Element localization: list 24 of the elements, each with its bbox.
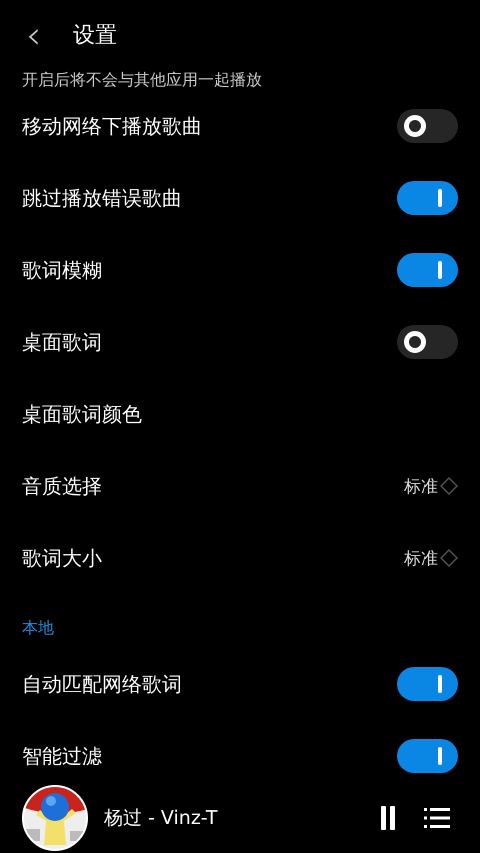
value-selector[interactable]: 标准 — [404, 474, 458, 498]
setting-label: 跳过播放错误歌曲 — [22, 184, 182, 212]
toggle-switch[interactable] — [397, 667, 458, 701]
setting-label: 自动匹配网络歌词 — [22, 670, 182, 698]
hint-text: 开启后将不会与其他应用一起播放 — [21, 70, 263, 90]
track-title: 杨过 - Vinz-T — [104, 806, 219, 831]
setting-label: 歌词模糊 — [22, 256, 102, 284]
setting-label: 移动网络下播放歌曲 — [22, 112, 202, 140]
toggle-switch[interactable] — [397, 181, 458, 215]
setting-label: 音质选择 — [22, 472, 102, 500]
toggle-switch[interactable] — [397, 325, 458, 359]
toggle-switch[interactable] — [397, 253, 458, 287]
diamond-icon — [440, 549, 458, 567]
setting-label: 智能过滤 — [22, 742, 102, 770]
back-button[interactable]: ‹ — [18, 16, 50, 54]
page-title: 设置 — [73, 22, 118, 50]
section-header: 本地 — [22, 618, 54, 637]
diamond-icon — [440, 477, 458, 495]
setting-label: 桌面歌词 — [22, 328, 102, 356]
toggle-switch[interactable] — [397, 739, 458, 773]
toggle-switch[interactable] — [397, 109, 458, 143]
setting-label: 歌词大小 — [22, 544, 102, 572]
value-selector[interactable]: 标准 — [404, 546, 458, 570]
setting-label: 桌面歌词颜色 — [22, 400, 142, 428]
